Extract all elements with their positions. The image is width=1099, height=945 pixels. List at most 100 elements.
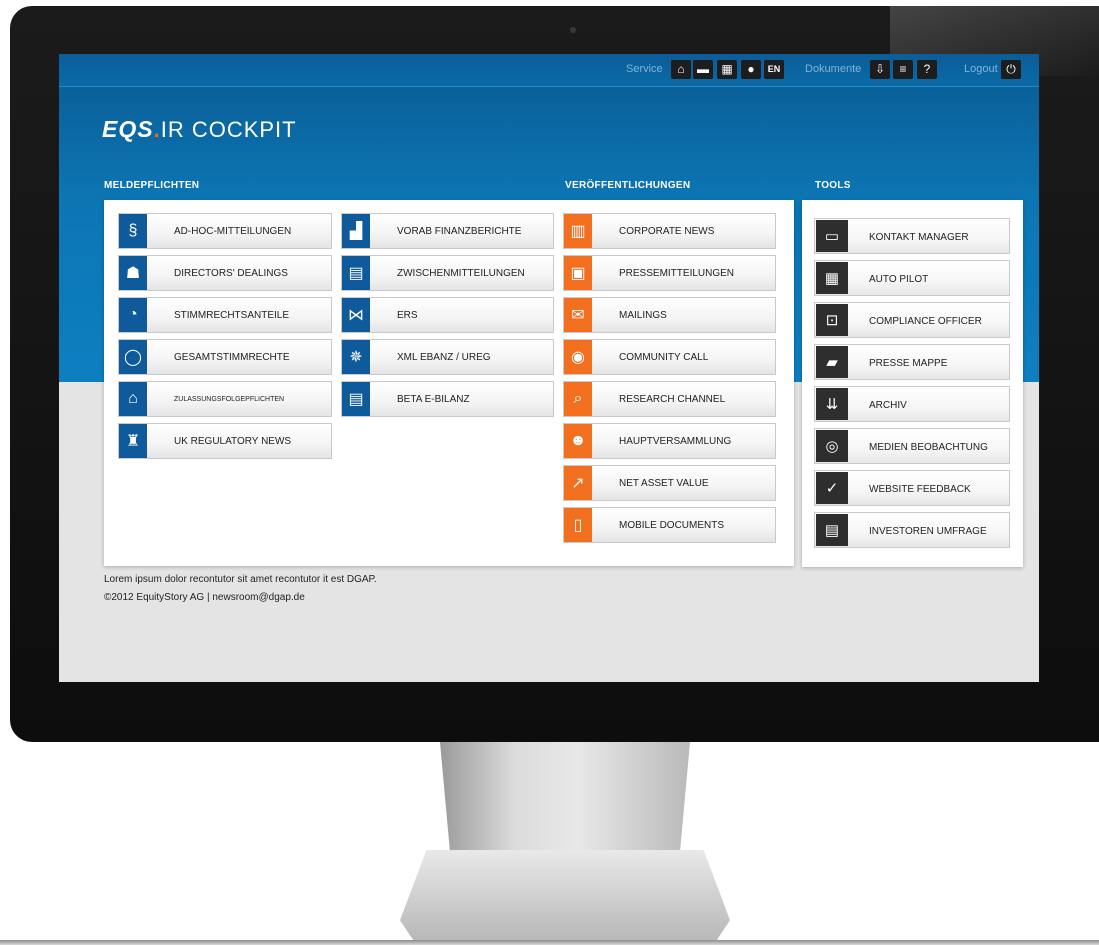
tile-label: DIRECTORS' DEALINGS <box>174 268 288 279</box>
institution-icon: ⌂ <box>119 382 147 416</box>
user-icon[interactable]: ● <box>741 60 761 79</box>
tool-presse-mappe[interactable]: ▰ PRESSE MAPPE <box>814 344 1010 380</box>
feedback-icon: ✓ <box>816 472 848 504</box>
tile-pressemitteilungen[interactable]: ▣ PRESSEMITTEILUNGEN <box>563 255 776 291</box>
app-screen: Service ⌂ ▬ ▦ ● EN Dokumente ⇩ ≡ ? Logou… <box>59 54 1039 682</box>
paragraph-icon: § <box>119 214 147 248</box>
trend-line-icon: ↗ <box>564 466 592 500</box>
tile-label: HAUPTVERSAMMLUNG <box>619 436 732 447</box>
tools-panel: ▭ KONTAKT MANAGER ▦ AUTO PILOT ⊡ COMPLIA… <box>802 200 1023 567</box>
big-ben-icon: ♜ <box>119 424 147 458</box>
ledger-icon: ▤ <box>342 382 370 416</box>
power-icon[interactable]: ⏻ <box>1001 60 1021 79</box>
tool-investoren-umfrage[interactable]: ▤ INVESTOREN UMFRAGE <box>814 512 1010 548</box>
lock-folder-icon: ⊡ <box>816 304 848 336</box>
tile-label: ZWISCHENMITTEILUNGEN <box>397 268 525 279</box>
tile-community-call[interactable]: ◉ COMMUNITY CALL <box>563 339 776 375</box>
tile-label: GESAMTSTIMMRECHTE <box>174 352 290 363</box>
tile-gesamtstimmrechte[interactable]: ◯ GESAMTSTIMMRECHTE <box>118 339 332 375</box>
buildings-icon: ▥ <box>564 214 592 248</box>
tool-label: PRESSE MAPPE <box>869 358 948 369</box>
tile-label: ERS <box>397 310 418 321</box>
contact-card-icon: ▭ <box>816 220 848 252</box>
logout-label[interactable]: Logout <box>964 63 998 75</box>
tile-label: AD-HOC-MITTEILUNGEN <box>174 226 292 237</box>
tile-net-asset-value[interactable]: ↗ NET ASSET VALUE <box>563 465 776 501</box>
document-icon: ▤ <box>342 256 370 290</box>
tile-label: STIMMRECHTSANTEILE <box>174 310 290 321</box>
desk-shadow <box>0 940 1099 945</box>
tile-ers[interactable]: ⋈ ERS <box>341 297 554 333</box>
main-tiles-panel: § AD-HOC-MITTEILUNGEN ☗ DIRECTORS' DEALI… <box>104 200 794 566</box>
tile-corporate-news[interactable]: ▥ CORPORATE NEWS <box>563 213 776 249</box>
tile-xml-ebanz-ureg[interactable]: ✵ XML EBANZ / UREG <box>341 339 554 375</box>
download-icon[interactable]: ⇩ <box>870 60 890 79</box>
broadcast-icon: ◉ <box>564 340 592 374</box>
tile-uk-regulatory-news[interactable]: ♜ UK REGULATORY NEWS <box>118 423 332 459</box>
mail-icon: ✉ <box>564 298 592 332</box>
tile-mobile-documents[interactable]: ▯ MOBILE DOCUMENTS <box>563 507 776 543</box>
tool-label: ARCHIV <box>869 400 907 411</box>
bar-chart-icon: ▟ <box>342 214 370 248</box>
eqs-logo: EQS.IR COCKPIT <box>102 116 297 143</box>
tile-hauptversammlung[interactable]: ☻ HAUPTVERSAMMLUNG <box>563 423 776 459</box>
tool-kontakt-manager[interactable]: ▭ KONTAKT MANAGER <box>814 218 1010 254</box>
person-icon: ☗ <box>119 256 147 290</box>
language-switch[interactable]: EN <box>764 60 784 79</box>
tool-compliance-officer[interactable]: ⊡ COMPLIANCE OFFICER <box>814 302 1010 338</box>
tile-vorab-finanzberichte[interactable]: ▟ VORAB FINANZBERICHTE <box>341 213 554 249</box>
mobile-icon: ▯ <box>564 508 592 542</box>
logo-separator: . <box>153 117 161 142</box>
tool-label: KONTAKT MANAGER <box>869 232 969 243</box>
tile-stimmrechtsanteile[interactable]: ◔ STIMMRECHTSANTEILE <box>118 297 332 333</box>
bowtie-icon: ⋈ <box>342 298 370 332</box>
tile-label: XML EBANZ / UREG <box>397 352 491 363</box>
tile-label: MOBILE DOCUMENTS <box>619 520 725 531</box>
tool-label: COMPLIANCE OFFICER <box>869 316 982 327</box>
audience-icon: ☻ <box>564 424 592 458</box>
tool-medien-beobachtung[interactable]: ◎ MEDIEN BEOBACHTUNG <box>814 428 1010 464</box>
camera-dot <box>570 27 576 33</box>
top-toolbar: Service ⌂ ▬ ▦ ● EN Dokumente ⇩ ≡ ? Logou… <box>59 54 1039 87</box>
logo-brand: EQS <box>102 116 154 142</box>
help-icon[interactable]: ? <box>917 60 937 79</box>
tile-directors-dealings[interactable]: ☗ DIRECTORS' DEALINGS <box>118 255 332 291</box>
tile-label: BETA E-BILANZ <box>397 394 470 405</box>
pie-chart-icon: ◔ <box>119 298 147 332</box>
card-icon[interactable]: ▬ <box>693 60 713 79</box>
circle-icon: ◯ <box>119 340 147 374</box>
tile-label: ZULASSUNGSFOLGEPFLICHTEN <box>174 396 285 403</box>
home-icon[interactable]: ⌂ <box>671 60 691 79</box>
tool-label: MEDIEN BEOBACHTUNG <box>869 442 988 453</box>
monitor-stand-neck <box>440 742 690 852</box>
tool-label: WEBSITE FEEDBACK <box>869 484 971 495</box>
tile-zwischenmitteilungen[interactable]: ▤ ZWISCHENMITTEILUNGEN <box>341 255 554 291</box>
search-document-icon: ⌕ <box>564 382 592 416</box>
tile-label: COMMUNITY CALL <box>619 352 709 363</box>
section-title-veroeffentlichungen: VERÖFFENTLICHUNGEN <box>565 180 691 191</box>
section-title-tools: TOOLS <box>815 180 851 191</box>
service-label: Service <box>626 63 663 75</box>
tile-ad-hoc-mitteilungen[interactable]: § AD-HOC-MITTEILUNGEN <box>118 213 332 249</box>
documents-label: Dokumente <box>805 63 862 75</box>
tool-label: INVESTOREN UMFRAGE <box>869 526 987 537</box>
tile-label: VORAB FINANZBERICHTE <box>397 226 522 237</box>
footer-copyright: ©2012 EquityStory AG | newsroom@dgap.de <box>104 592 305 603</box>
eagle-icon: ✵ <box>342 340 370 374</box>
tool-label: AUTO PILOT <box>869 274 929 285</box>
globe-search-icon: ◎ <box>816 430 848 462</box>
news-icon: ▣ <box>564 256 592 290</box>
tool-archiv[interactable]: ⇊ ARCHIV <box>814 386 1010 422</box>
tool-website-feedback[interactable]: ✓ WEBSITE FEEDBACK <box>814 470 1010 506</box>
list-icon[interactable]: ≡ <box>893 60 913 79</box>
calendar-icon: ▦ <box>816 262 848 294</box>
building-icon[interactable]: ▦ <box>717 60 737 79</box>
tile-label: MAILINGS <box>619 310 667 321</box>
tile-label: NET ASSET VALUE <box>619 478 709 489</box>
tile-mailings[interactable]: ✉ MAILINGS <box>563 297 776 333</box>
tile-research-channel[interactable]: ⌕ RESEARCH CHANNEL <box>563 381 776 417</box>
tile-zulassungsfolgepflichten[interactable]: ⌂ ZULASSUNGSFOLGEPFLICHTEN <box>118 381 332 417</box>
tile-beta-e-bilanz[interactable]: ▤ BETA E-BILANZ <box>341 381 554 417</box>
clipboard-icon: ▤ <box>816 514 848 546</box>
tool-auto-pilot[interactable]: ▦ AUTO PILOT <box>814 260 1010 296</box>
